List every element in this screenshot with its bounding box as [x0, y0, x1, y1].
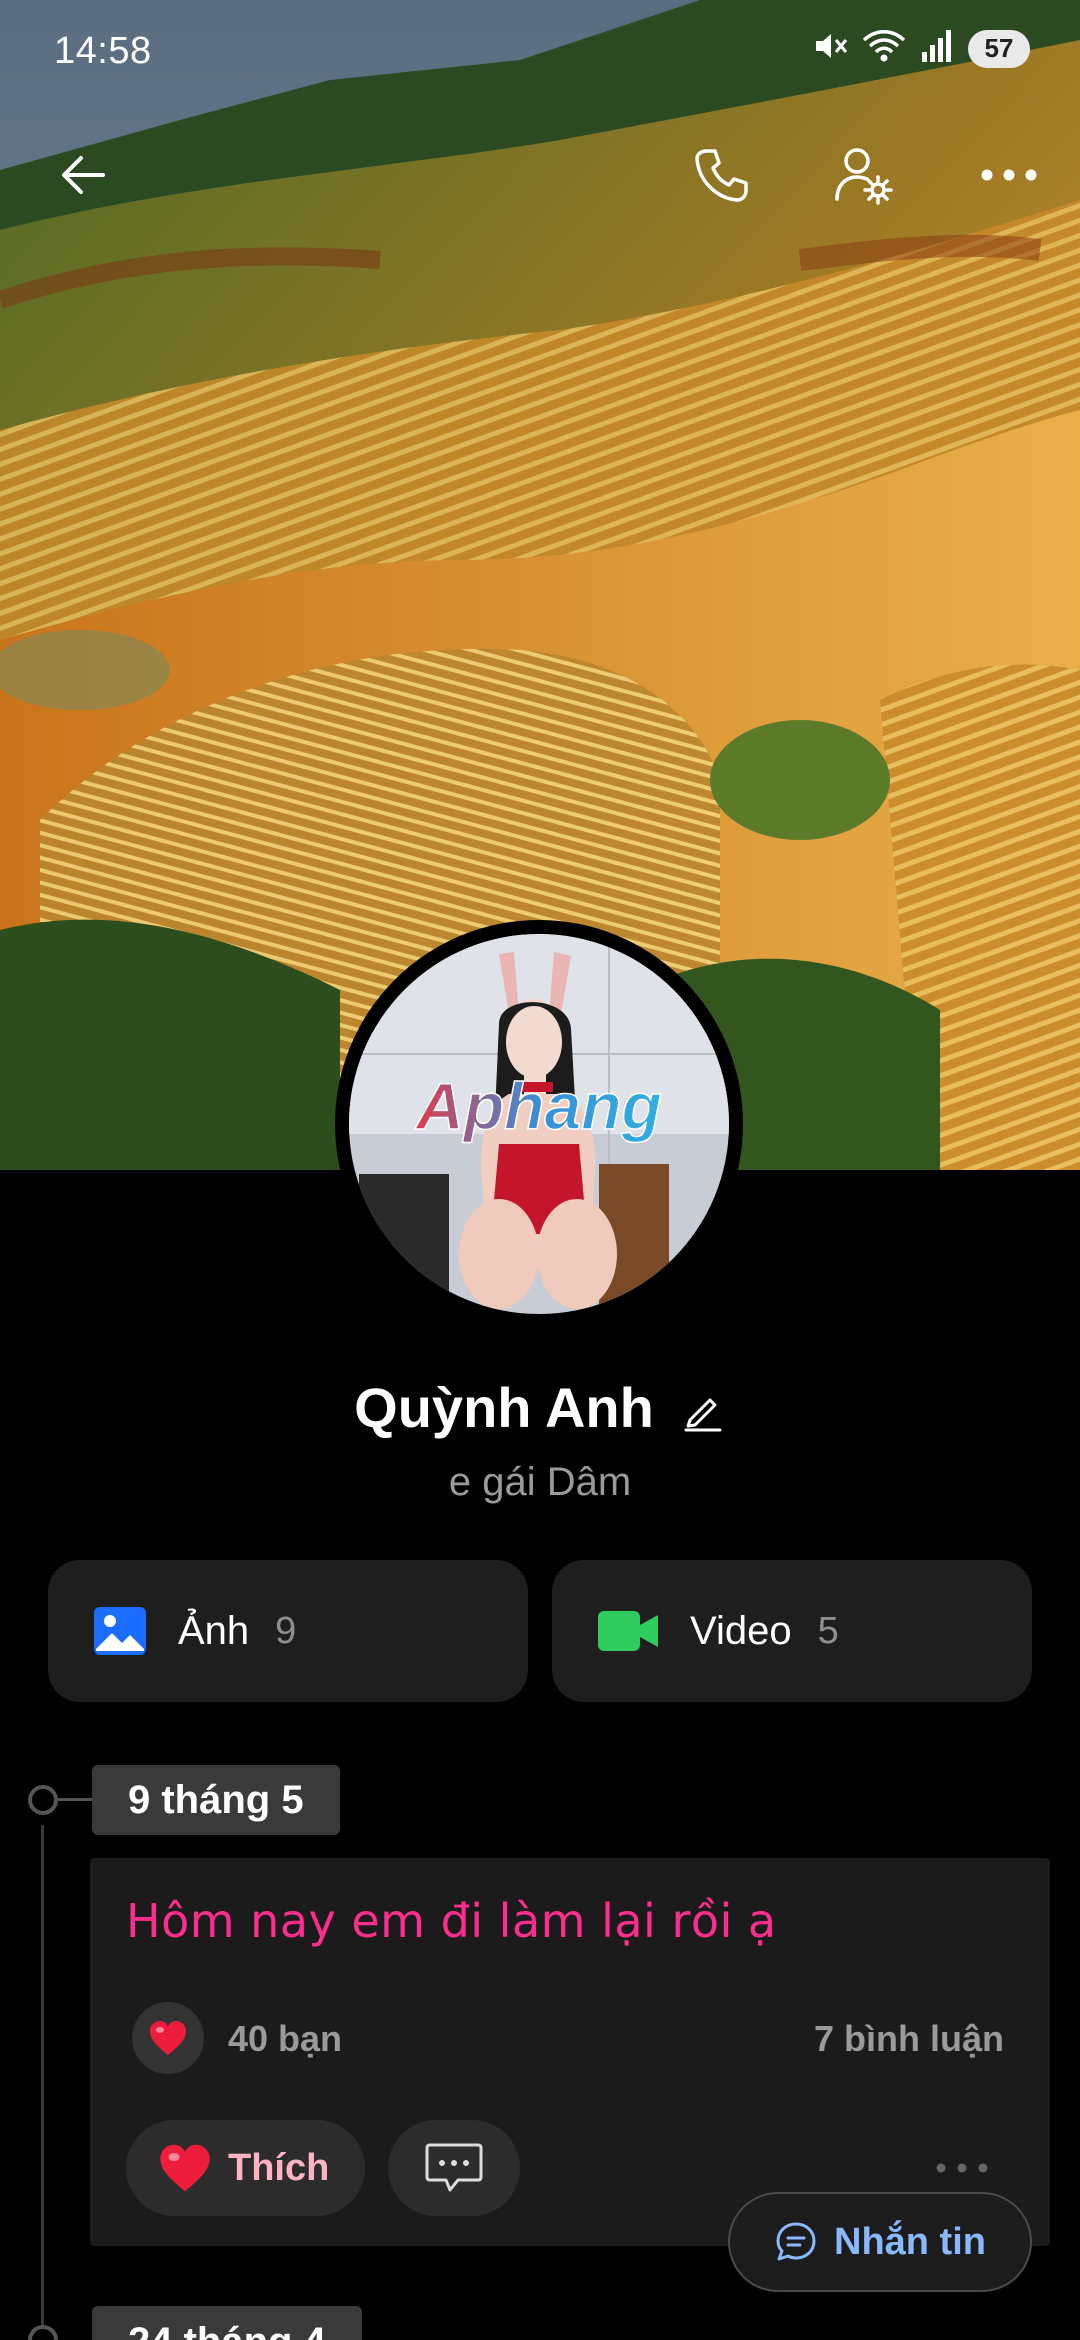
arrow-left-icon [62, 156, 105, 194]
profile-settings-button[interactable] [818, 130, 908, 220]
post-card[interactable]: Hôm nay em đi làm lại rồi ạ 40 bạn 7 bìn… [90, 1858, 1050, 2246]
videos-label: Video [690, 1608, 792, 1653]
more-horizontal-icon [981, 169, 1037, 181]
timeline-date: 9 tháng 5 [92, 1765, 340, 1835]
likes-count[interactable]: 40 bạn [228, 2018, 342, 2060]
timeline-dot [28, 1785, 58, 1815]
timeline-dot [28, 2325, 58, 2340]
comments-count[interactable]: 7 bình luận [814, 2018, 1004, 2060]
avatar-watermark: Aphang [414, 1069, 662, 1143]
phone-icon [695, 149, 748, 202]
profile-screen: 14:58 57 Aphang Quỳnh Anh e gái Dâm Ảnh … [0, 0, 1080, 2340]
videos-count: 5 [817, 1609, 839, 1652]
edit-name-button[interactable] [680, 1388, 726, 1434]
heart-icon [160, 2144, 210, 2192]
message-label: Nhắn tin [834, 2220, 986, 2263]
post-text: Hôm nay em đi làm lại rồi ạ [126, 1894, 777, 1948]
like-button[interactable]: Thích [126, 2120, 366, 2216]
profile-name: Quỳnh Anh [354, 1376, 654, 1439]
more-horizontal-icon [936, 2163, 988, 2173]
timeline-date: 24 tháng 4 [92, 2306, 362, 2340]
like-label: Thích [228, 2146, 330, 2189]
chat-icon [776, 2222, 816, 2261]
status-bar: 14:58 57 [0, 0, 1080, 110]
reaction-heart-icon[interactable] [132, 2002, 204, 2074]
timeline-line [41, 1825, 44, 2340]
photos-count: 9 [275, 1609, 297, 1652]
pencil-icon [684, 1398, 722, 1431]
back-button[interactable] [38, 130, 128, 220]
user-settings-icon [835, 148, 893, 205]
profile-name-row: Quỳnh Anh [0, 1375, 1080, 1440]
profile-avatar[interactable]: Aphang [335, 920, 743, 1328]
profile-header [0, 130, 1080, 220]
call-button[interactable] [676, 130, 766, 220]
message-button[interactable]: Nhắn tin [728, 2192, 1032, 2292]
more-options-button[interactable] [964, 130, 1054, 220]
photos-label: Ảnh [178, 1608, 250, 1653]
battery-icon: 57 [968, 29, 1030, 68]
video-camera-icon [598, 1611, 658, 1651]
signal-icon [920, 28, 954, 69]
photos-card[interactable]: Ảnh 9 [48, 1560, 528, 1702]
avatar-image: Aphang [349, 934, 729, 1314]
profile-bio: e gái Dâm [448, 1460, 632, 1504]
post-more-button[interactable] [932, 2158, 992, 2178]
image-icon [94, 1607, 146, 1655]
mute-icon [812, 28, 848, 69]
status-time: 14:58 [54, 30, 152, 72]
status-icons: 57 [812, 28, 1030, 69]
videos-card[interactable]: Video 5 [552, 1560, 1032, 1702]
comment-button[interactable] [388, 2120, 520, 2216]
wifi-icon [862, 28, 906, 69]
comment-icon [425, 2143, 483, 2192]
timeline-branch [58, 1798, 92, 1801]
